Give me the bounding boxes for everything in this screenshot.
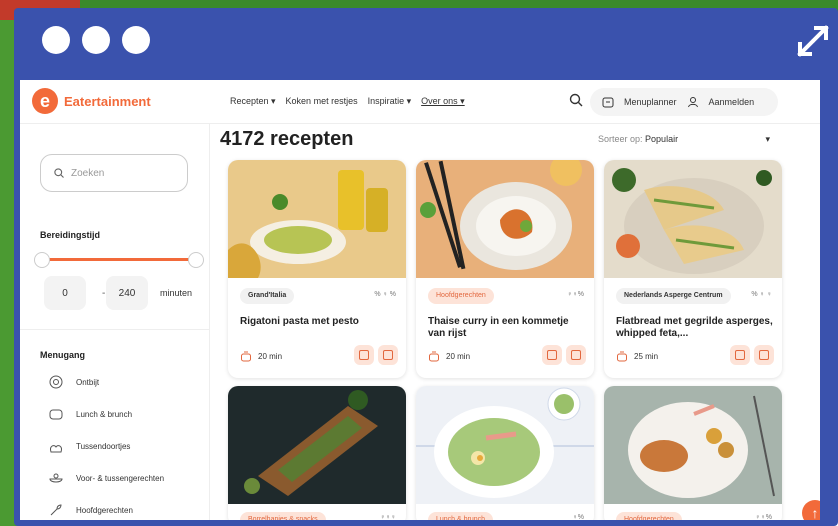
recipe-card[interactable]: Hoofdgerechten ♀♀% Thaise curry in een k… [416, 160, 594, 378]
recipe-card[interactable]: Borrelhapjes & snacks ♀♀♀ [228, 386, 406, 520]
diet-icons: % ♀ ♀ [751, 291, 772, 298]
prep-time-label: Bereidingstijd [40, 230, 101, 240]
recipe-image-thai-curry [416, 160, 594, 278]
menu-item-label: Voor- & tussengerechten [76, 473, 165, 483]
add-to-planner-button[interactable] [378, 345, 398, 365]
recipe-tag[interactable]: Grand'Italia [240, 288, 295, 304]
main-nav: Recepten ▾ Koken met restjes Inspiratie … [230, 96, 465, 107]
save-recipe-button[interactable] [730, 345, 750, 365]
logo-mark-icon: e [32, 88, 58, 114]
recipe-image-bruschetta [228, 386, 406, 504]
recipe-time-label: 20 min [446, 351, 471, 361]
menuplanner-link[interactable]: Menuplanner [624, 97, 677, 107]
window-dot-1[interactable] [42, 26, 70, 54]
menu-item-hoofdgerechten[interactable]: Hoofdgerechten [48, 502, 133, 518]
recipe-title[interactable]: Rigatoni pasta met pesto [240, 316, 400, 328]
recipe-image-chicken [604, 386, 782, 504]
slider-min-handle[interactable] [34, 252, 50, 268]
menu-course-label: Menugang [40, 350, 85, 360]
login-link[interactable]: Aanmelden [709, 97, 755, 107]
recipe-tag[interactable]: Lunch & brunch [428, 512, 494, 520]
recipe-tag[interactable]: Borrelhapjes & snacks [240, 512, 326, 520]
search-input[interactable]: Zoeken [40, 154, 188, 192]
recipe-time: 20 min [240, 350, 282, 362]
website-viewport: e Eatertainment Recepten ▾ Koken met res… [20, 80, 820, 520]
menu-item-label: Lunch & brunch [76, 409, 133, 419]
max-time-input[interactable]: 240 [106, 276, 148, 310]
user-icon [687, 97, 698, 108]
search-icon [54, 168, 64, 178]
recipe-tag[interactable]: Hoofdgerechten [616, 512, 682, 520]
nav-inspiratie[interactable]: Inspiratie ▾ [368, 96, 412, 107]
pot-icon [617, 351, 627, 362]
minutes-unit: minuten [160, 288, 193, 298]
recipe-count-title: 4172 recepten [220, 128, 354, 150]
menu-item-label: Hoofdgerechten [76, 505, 133, 515]
recipe-image-flatbread [604, 160, 782, 278]
recipe-time-label: 20 min [258, 351, 283, 361]
diet-icons: ♀♀% [755, 514, 772, 520]
recipe-card[interactable]: Hoofdgerechten ♀♀% [604, 386, 782, 520]
window-controls [42, 26, 150, 54]
sort-value: Populair [645, 134, 679, 144]
chevron-down-icon: ▾ [765, 134, 770, 144]
browser-frame: e Eatertainment Recepten ▾ Koken met res… [14, 8, 838, 526]
window-dot-2[interactable] [82, 26, 110, 54]
diet-icons: ♀♀% [567, 291, 584, 298]
starter-icon [49, 473, 63, 483]
save-recipe-button[interactable] [542, 345, 562, 365]
save-recipe-button[interactable] [354, 345, 374, 365]
recipe-image-salad [416, 386, 594, 504]
menu-item-label: Tussendoortjes [76, 441, 131, 451]
search-icon[interactable] [568, 92, 584, 108]
main-course-icon [50, 504, 62, 516]
add-to-planner-button[interactable] [566, 345, 586, 365]
logo-text: Eatertainment [64, 93, 151, 109]
sandwich-icon [49, 409, 63, 420]
site-header: e Eatertainment Recepten ▾ Koken met res… [20, 80, 820, 124]
menu-item-voorgerechten[interactable]: Voor- & tussengerechten [48, 470, 164, 486]
menu-item-lunch[interactable]: Lunch & brunch [48, 406, 132, 422]
nav-recepten[interactable]: Recepten ▾ [230, 96, 276, 107]
recipe-time-label: 25 min [634, 351, 659, 361]
sort-dropdown[interactable]: Sorteer op: Populair ▾ [598, 134, 770, 145]
snack-icon [50, 445, 62, 453]
diet-icons: ♀♀♀ [380, 514, 396, 520]
recipe-title[interactable]: Thaise curry in een kommetje van rijst [428, 316, 588, 340]
add-to-planner-button[interactable] [754, 345, 774, 365]
calendar-icon [602, 97, 614, 108]
expand-icon[interactable] [796, 24, 830, 58]
sort-label: Sorteer op: [598, 134, 643, 144]
slider-max-handle[interactable] [188, 252, 204, 268]
menu-item-ontbijt[interactable]: Ontbijt [48, 374, 99, 390]
sidebar-divider [20, 329, 210, 330]
recipe-title[interactable]: Flatbread met gegrilde asperges, whipped… [616, 316, 776, 340]
recipe-tag[interactable]: Nederlands Asperge Centrum [616, 288, 731, 304]
filter-sidebar: Zoeken Bereidingstijd 0 - 240 minuten Me… [20, 124, 210, 520]
menu-item-tussendoortjes[interactable]: Tussendoortjes [48, 438, 130, 454]
nav-koken-met-restjes[interactable]: Koken met restjes [286, 96, 358, 107]
recipe-card[interactable]: Nederlands Asperge Centrum % ♀ ♀ Flatbre… [604, 160, 782, 378]
menu-item-label: Ontbijt [76, 377, 100, 387]
recipe-tag[interactable]: Hoofdgerechten [428, 288, 494, 304]
window-dot-3[interactable] [122, 26, 150, 54]
prep-time-slider-track[interactable] [40, 258, 196, 261]
recipe-card[interactable]: Grand'Italia % ♀ % Rigatoni pasta met pe… [228, 160, 406, 378]
diet-icons: ♀% [572, 514, 584, 520]
pot-icon [241, 351, 251, 362]
scroll-to-top-button[interactable]: ↑ [802, 500, 820, 520]
recipe-image-rigatoni [228, 160, 406, 278]
account-pill: Menuplanner Aanmelden [590, 88, 778, 116]
nav-over-ons[interactable]: Over ons ▾ [421, 96, 465, 107]
recipe-time: 25 min [616, 350, 658, 362]
recipe-card[interactable]: Lunch & brunch ♀% [416, 386, 594, 520]
site-logo[interactable]: e Eatertainment [32, 88, 151, 114]
breakfast-icon [49, 375, 63, 389]
recipe-time: 20 min [428, 350, 470, 362]
pot-icon [429, 351, 439, 362]
diet-icons: % ♀ % [374, 291, 396, 298]
search-placeholder: Zoeken [71, 167, 105, 179]
range-separator: - [102, 288, 106, 299]
min-time-input[interactable]: 0 [44, 276, 86, 310]
